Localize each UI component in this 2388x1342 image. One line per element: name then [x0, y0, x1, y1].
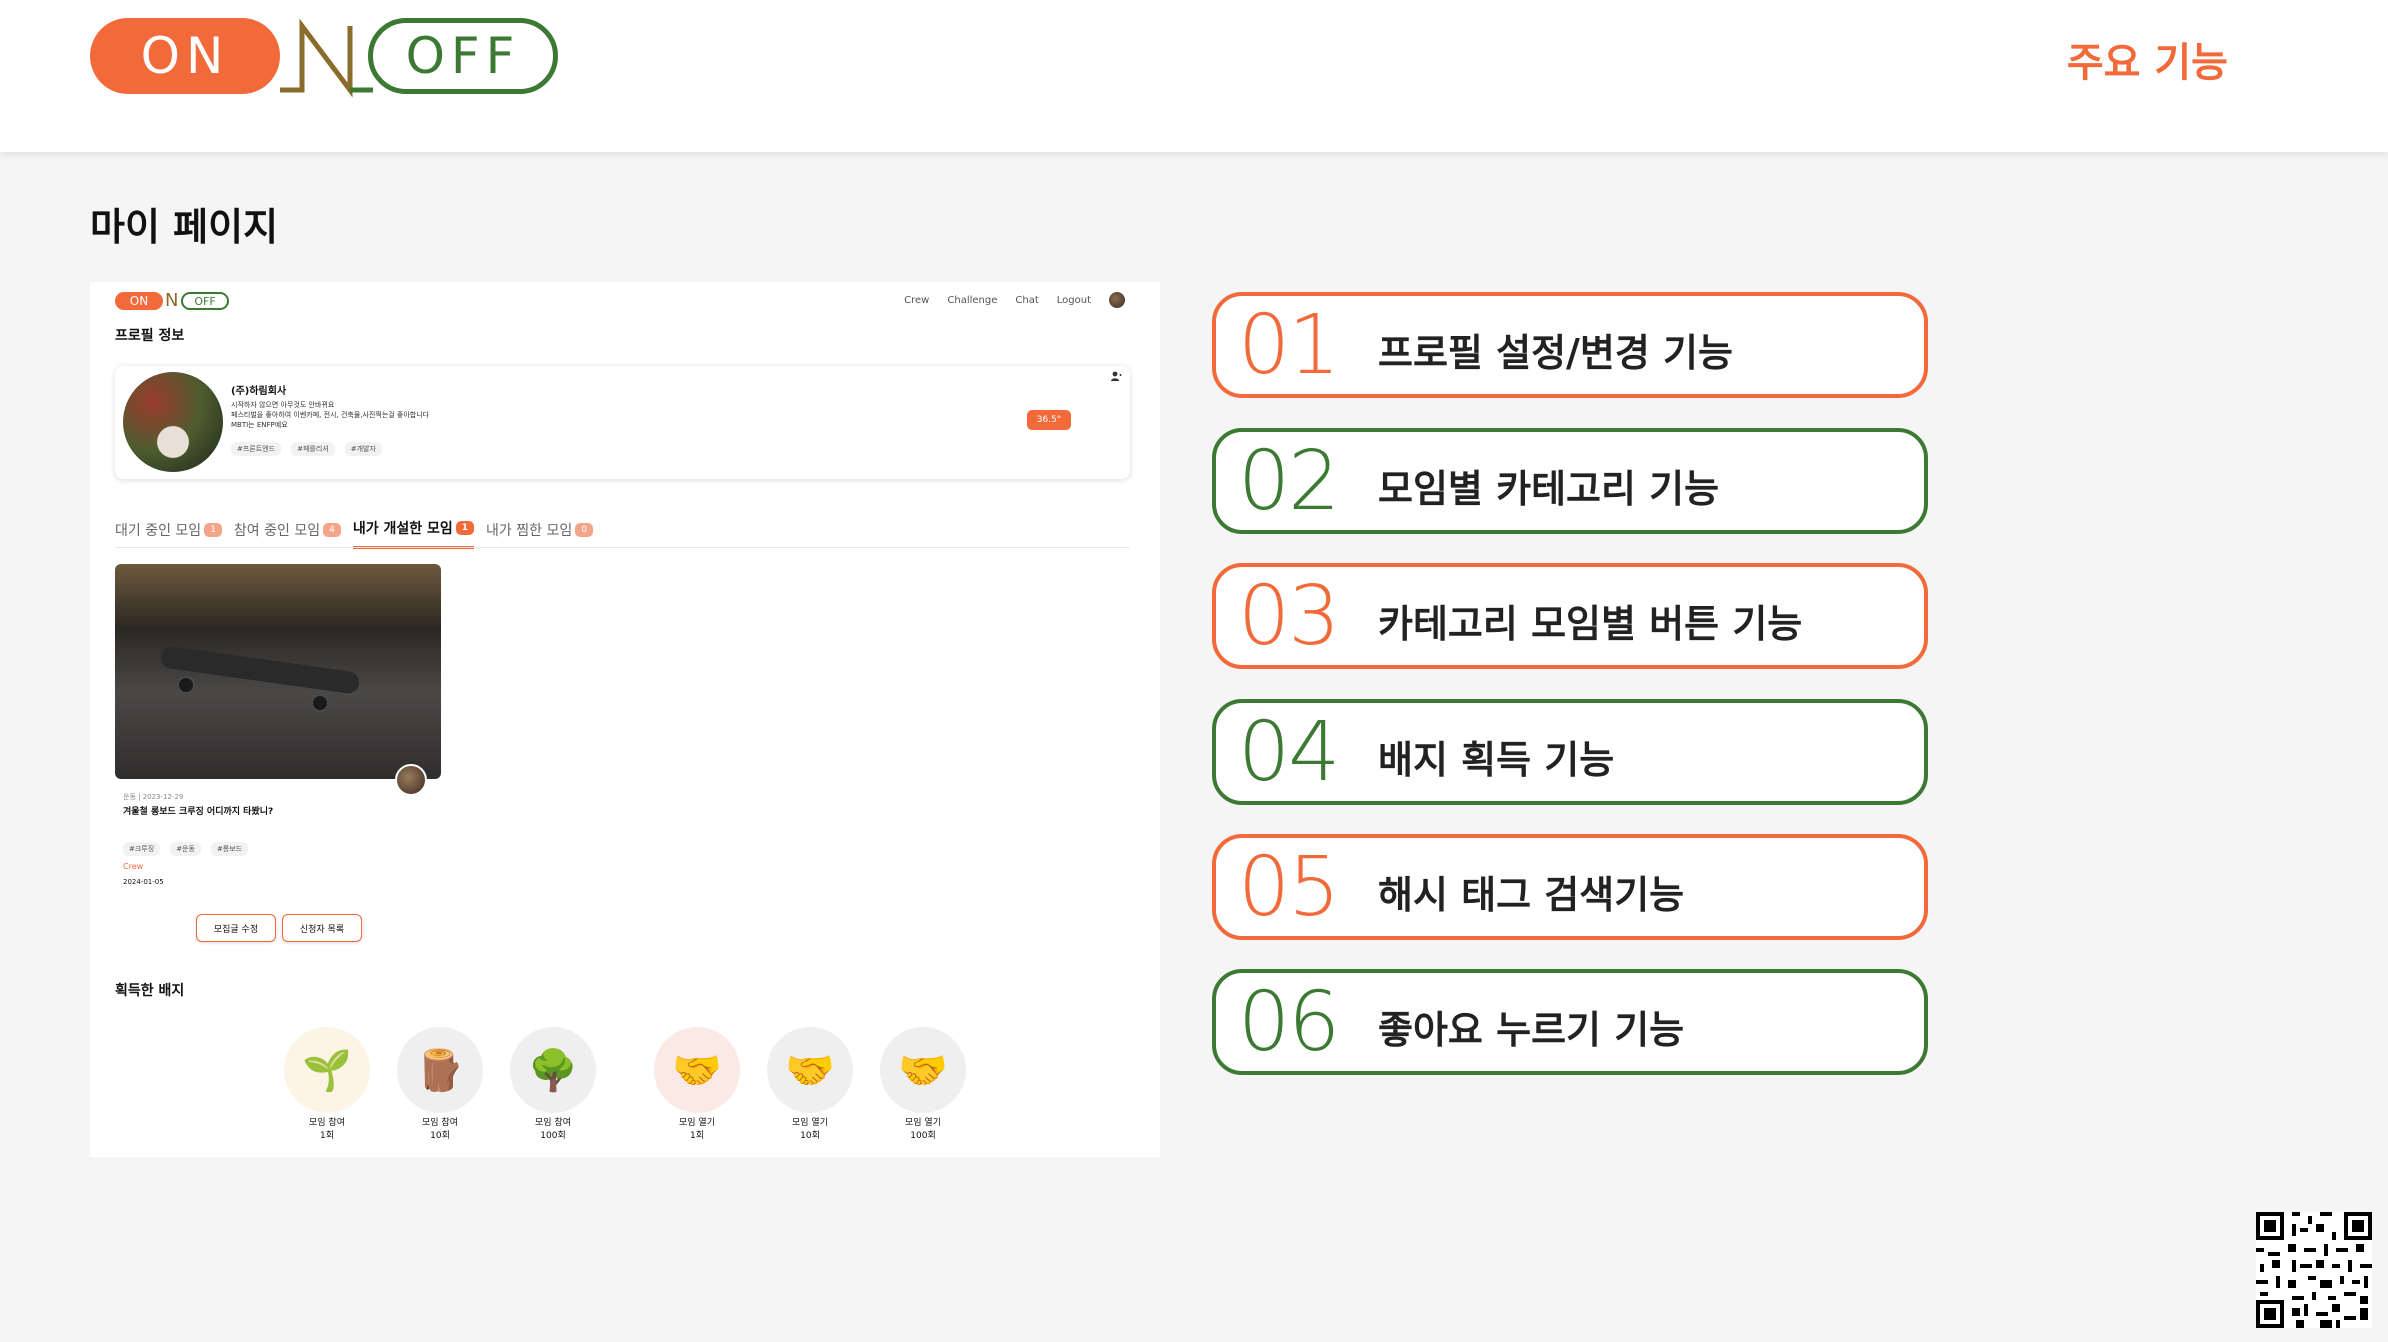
tab-label: 내가 개설한 모임 [352, 521, 453, 537]
handshake-icon: 🤝 [880, 1027, 966, 1113]
feature-item-06: 06 좋아요 누르기 기능 [1212, 969, 1928, 1075]
qr-code-icon[interactable] [2256, 1212, 2372, 1328]
tab-count: 4 [323, 522, 341, 537]
feature-text: 해시 태그 검색기능 [1378, 873, 1685, 917]
badge-label: 모임 열기 100회 [905, 1118, 941, 1141]
feature-item-02: 02 모임별 카테고리 기능 [1212, 428, 1928, 534]
badge-item: 🪵 모임 참여 10회 [395, 1027, 485, 1143]
feature-text: 프로필 설정/변경 기능 [1378, 331, 1733, 375]
feature-number: 05 [1238, 840, 1340, 935]
logo-on: ON [90, 18, 280, 94]
meeting-title[interactable]: 겨울철 롱보드 크루징 어디까지 타봤니? [123, 804, 273, 817]
feature-item-04: 04 배지 획득 기능 [1212, 699, 1928, 805]
wheel-graphic [311, 694, 329, 712]
meeting-date: 2024-01-05 [123, 878, 164, 886]
profile-tag[interactable]: #프론트엔드 [231, 442, 282, 456]
feature-number: 03 [1238, 569, 1340, 664]
tab-waiting[interactable]: 대기 중인 모임 1 [115, 518, 222, 549]
profile-photo [123, 372, 223, 472]
meeting-tag[interactable]: #크루징 [123, 842, 161, 856]
feature-number: 01 [1238, 298, 1340, 393]
nav-chat[interactable]: Chat [1015, 295, 1038, 306]
badge-item: 🌳 모임 참여 100회 [508, 1027, 598, 1143]
profile-card: (주)하림회사 시작하자 않으면 아무것도 안바뀌요 페스티벌을 좋아하여 이벤… [115, 366, 1130, 479]
logo[interactable]: ON OFF [90, 18, 560, 98]
wheel-graphic [177, 676, 195, 694]
nav-logout[interactable]: Logout [1057, 295, 1091, 306]
tree-icon: 🌳 [510, 1027, 596, 1113]
temperature-badge: 36.5° [1027, 410, 1071, 430]
profile-tags: #프론트엔드 #페를리셔 #개발자 [231, 442, 382, 456]
badge-item: 🤝 모임 열기 100회 [878, 1027, 968, 1143]
badge-label: 모임 열기 10회 [792, 1118, 828, 1141]
edit-post-button[interactable]: 모집글 수정 [196, 914, 276, 942]
meeting-image[interactable] [115, 564, 441, 779]
feature-text: 배지 획득 기능 [1378, 738, 1615, 782]
profile-section-title: 프로필 정보 [115, 328, 185, 344]
mypage-screenshot: ON N OFF Crew Challenge Chat Logout 프로필 … [90, 282, 1160, 1157]
tab-count: 1 [455, 521, 475, 535]
badge-label: 모임 참여 1회 [309, 1118, 345, 1141]
applicant-list-button[interactable]: 신청자 목록 [282, 914, 362, 942]
badge-label: 모임 참여 10회 [422, 1118, 458, 1141]
nav-main-features[interactable]: 주요 기능 [2067, 30, 2228, 88]
nav-crew[interactable]: Crew [904, 295, 929, 306]
tab-divider [115, 547, 1130, 548]
profile-edit-icon[interactable] [1110, 370, 1122, 382]
meeting-crew-label: Crew [123, 862, 144, 871]
badges-title: 획득한 배지 [115, 983, 185, 999]
page-title: 마이 페이지 [90, 205, 279, 249]
sprout-icon: 🌱 [284, 1027, 370, 1113]
nav-challenge[interactable]: Challenge [947, 295, 997, 306]
badge-item: 🤝 모임 열기 10회 [765, 1027, 855, 1143]
profile-description: 시작하자 않으면 아무것도 안바뀌요 페스티벌을 좋아하여 이벤카페, 전시, … [231, 401, 430, 429]
logo-off: OFF [368, 18, 558, 94]
tab-liked[interactable]: 내가 찜한 모임 0 [486, 518, 593, 549]
tab-label: 대기 중인 모임 [115, 522, 202, 539]
host-avatar[interactable] [395, 764, 427, 796]
tab-count: 1 [204, 522, 222, 537]
handshake-icon: 🤝 [654, 1027, 740, 1113]
tab-label: 참여 중인 모임 [233, 522, 321, 539]
badge-item: 🤝 모임 열기 1회 [652, 1027, 742, 1143]
badge-label: 모임 참여 100회 [535, 1118, 571, 1141]
profile-tag[interactable]: #개발자 [344, 442, 382, 456]
mock-logo-on: ON [115, 292, 163, 310]
tab-created[interactable]: 내가 개설한 모임 1 [352, 518, 475, 549]
meeting-meta: 운동 | 2023-12-29 [123, 793, 184, 801]
mock-nav: Crew Challenge Chat Logout [904, 292, 1125, 308]
meeting-tags: #크루징 #운동 #롱보드 [123, 842, 249, 856]
feature-number: 04 [1238, 705, 1340, 800]
meeting-tabs: 대기 중인 모임 1 참여 중인 모임 4 내가 개설한 모임 1 내가 찜한 … [115, 518, 593, 549]
tab-count: 0 [575, 522, 593, 537]
mock-logo-off: OFF [181, 292, 229, 310]
profile-name: (주)하림회사 [231, 386, 287, 397]
feature-number: 02 [1238, 434, 1340, 529]
feature-item-03: 03 카테고리 모임별 버튼 기능 [1212, 563, 1928, 669]
feature-item-05: 05 해시 태그 검색기능 [1212, 834, 1928, 940]
feature-item-01: 01 프로필 설정/변경 기능 [1212, 292, 1928, 398]
meeting-tag[interactable]: #롱보드 [210, 842, 249, 856]
stump-icon: 🪵 [397, 1027, 483, 1113]
feature-text: 카테고리 모임별 버튼 기능 [1378, 602, 1803, 646]
meeting-tag[interactable]: #운동 [170, 842, 201, 856]
feature-text: 좋아요 누르기 기능 [1378, 1008, 1685, 1052]
badge-label: 모임 열기 1회 [679, 1118, 715, 1141]
user-avatar[interactable] [1109, 292, 1125, 308]
badge-item: 🌱 모임 참여 1회 [282, 1027, 372, 1143]
mock-logo[interactable]: ON N OFF [115, 290, 235, 312]
tab-joined[interactable]: 참여 중인 모임 4 [234, 518, 341, 549]
feature-number: 06 [1238, 975, 1340, 1070]
feature-text: 모임별 카테고리 기능 [1378, 467, 1720, 511]
profile-tag[interactable]: #페를리셔 [291, 442, 335, 456]
tab-label: 내가 찜한 모임 [486, 522, 573, 539]
top-header: ON OFF 주요 기능 [0, 0, 2388, 152]
handshake-icon: 🤝 [767, 1027, 853, 1113]
